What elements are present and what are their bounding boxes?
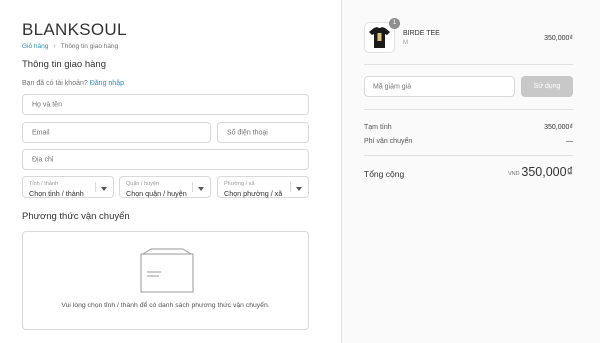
- breadcrumb: Giỏ hàng › Thông tin giao hàng: [22, 43, 118, 50]
- apply-discount-button[interactable]: Sử dụng: [521, 76, 573, 97]
- email-placeholder: Email: [32, 129, 50, 136]
- province-label: Tỉnh / thành: [29, 181, 59, 187]
- discount-code-input[interactable]: Mã giảm giá: [364, 76, 515, 97]
- district-label: Quận / huyện: [126, 181, 160, 187]
- chevron-down-icon: [198, 187, 204, 191]
- divider: [364, 109, 573, 110]
- divider: [364, 155, 573, 156]
- breadcrumb-current: Thông tin giao hàng: [60, 43, 119, 50]
- shipping-fee-value: —: [566, 138, 573, 145]
- chevron-down-icon: [101, 187, 107, 191]
- subtotal-value: 350,000₫: [544, 124, 573, 131]
- login-link[interactable]: Đăng nhập: [90, 80, 124, 87]
- quantity-badge: 1: [389, 18, 400, 29]
- product-name: BIRDE TEE: [403, 30, 440, 37]
- address-placeholder: Địa chỉ: [32, 156, 54, 163]
- chevron-down-icon: [296, 187, 302, 191]
- login-prompt: Bạn đã có tài khoản? Đăng nhập: [22, 80, 124, 87]
- ward-select[interactable]: Phường / xã Chọn phường / xã: [217, 176, 309, 198]
- province-select[interactable]: Tỉnh / thành Chọn tỉnh / thành: [22, 176, 114, 198]
- discount-placeholder: Mã giảm giá: [373, 83, 412, 90]
- subtotal-label: Tạm tính: [364, 124, 392, 131]
- shipping-method-box: Vui lòng chọn tỉnh / thành để có danh sá…: [22, 231, 309, 330]
- shipping-fee-label: Phí vận chuyển: [364, 138, 413, 145]
- total-value: 350,000₫: [521, 165, 573, 179]
- shipping-method-title: Phương thức vận chuyển: [22, 211, 130, 222]
- product-variant: M: [403, 40, 408, 46]
- divider: [364, 64, 573, 65]
- select-divider: [95, 182, 96, 192]
- fullname-field[interactable]: Họ và tên: [22, 94, 309, 115]
- fullname-placeholder: Họ và tên: [32, 101, 62, 108]
- box-icon: [140, 248, 194, 293]
- have-account-text: Bạn đã có tài khoản?: [22, 80, 88, 87]
- chevron-right-icon: ›: [53, 43, 56, 50]
- address-field[interactable]: Địa chỉ: [22, 149, 309, 170]
- district-select[interactable]: Quận / huyện Chọn quận / huyện: [119, 176, 211, 198]
- ward-label: Phường / xã: [224, 181, 255, 187]
- checkout-main: BLANKSOUL Giỏ hàng › Thông tin giao hàng…: [0, 0, 341, 343]
- currency-code: VND: [508, 171, 520, 177]
- shipping-method-message: Vui lòng chọn tỉnh / thành để có danh sá…: [61, 302, 270, 309]
- total-label: Tổng cộng: [364, 169, 405, 179]
- brand-logo[interactable]: BLANKSOUL: [22, 20, 127, 40]
- select-divider: [290, 182, 291, 192]
- district-value: Chọn quận / huyện: [126, 189, 187, 198]
- phone-placeholder: Số điện thoại: [227, 129, 268, 136]
- ward-value: Chọn phường / xã: [224, 189, 283, 198]
- breadcrumb-cart-link[interactable]: Giỏ hàng: [22, 43, 48, 50]
- select-divider: [192, 182, 193, 192]
- shipping-info-title: Thông tin giao hàng: [22, 59, 106, 70]
- product-price: 350,000₫: [544, 35, 573, 42]
- phone-field[interactable]: Số điện thoại: [217, 122, 309, 143]
- email-field[interactable]: Email: [22, 122, 211, 143]
- province-value: Chọn tỉnh / thành: [29, 189, 84, 198]
